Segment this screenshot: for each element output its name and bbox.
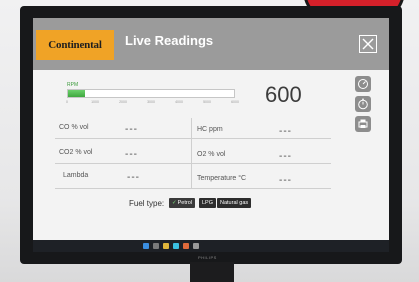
app-icon[interactable] bbox=[193, 243, 199, 249]
window-title: Live Readings bbox=[125, 33, 214, 48]
screen: Continental Live Readings RPM 0 1000 2000 3… bbox=[33, 18, 389, 252]
temperature-label: Temperature °C bbox=[197, 175, 247, 182]
fuel-option-label: LPG bbox=[202, 200, 214, 206]
close-icon bbox=[362, 38, 374, 50]
o2-label: O2 % vol bbox=[197, 151, 226, 158]
rpm-tick-label: 4000 bbox=[175, 100, 183, 104]
rpm-tick-label: 6000 bbox=[231, 100, 239, 104]
search-icon[interactable] bbox=[153, 243, 159, 249]
rpm-bar bbox=[67, 89, 235, 98]
check-icon: ✓ bbox=[172, 200, 177, 206]
close-button[interactable] bbox=[359, 35, 377, 53]
rpm-label: RPM bbox=[67, 82, 79, 88]
temperature-value: --- bbox=[279, 175, 292, 186]
browser-icon[interactable] bbox=[173, 243, 179, 249]
monitor-brand: PHILIPS bbox=[198, 255, 217, 260]
lambda-value: --- bbox=[127, 172, 140, 183]
logo-text: Continental bbox=[48, 39, 102, 51]
rpm-value: 600 bbox=[265, 82, 302, 107]
rpm-scale: 0 1000 2000 3000 4000 5000 6000 bbox=[66, 100, 239, 106]
co-value: --- bbox=[125, 124, 138, 135]
taskbar bbox=[33, 240, 389, 252]
fuel-option-label: Petrol bbox=[177, 200, 192, 206]
folder-icon[interactable] bbox=[163, 243, 169, 249]
timer-icon bbox=[358, 98, 368, 110]
lambda-label: Lambda bbox=[63, 172, 89, 179]
app-icon[interactable] bbox=[183, 243, 189, 249]
grid-line bbox=[55, 188, 331, 189]
fuel-option-natural-gas[interactable]: Natural gas bbox=[217, 198, 252, 208]
gauge-button[interactable] bbox=[355, 76, 371, 92]
grid-line bbox=[55, 163, 331, 164]
rpm-tick-label: 5000 bbox=[203, 100, 211, 104]
fuel-option-lpg[interactable]: LPG bbox=[199, 198, 217, 208]
printer-icon bbox=[358, 119, 368, 128]
app-header: Continental Live Readings bbox=[33, 18, 389, 70]
start-icon[interactable] bbox=[143, 243, 149, 249]
rpm-bar-fill bbox=[68, 90, 85, 97]
rpm-tick-label: 1000 bbox=[91, 100, 99, 104]
hc-label: HC ppm bbox=[197, 126, 223, 133]
rpm-tick-label: 3000 bbox=[147, 100, 155, 104]
continental-logo: Continental bbox=[36, 30, 114, 60]
monitor-stand bbox=[190, 262, 234, 282]
grid-line bbox=[55, 138, 331, 139]
co2-label: CO2 % vol bbox=[59, 149, 93, 156]
rpm-tick-label: 2000 bbox=[119, 100, 127, 104]
co2-value: --- bbox=[125, 149, 138, 160]
o2-value: --- bbox=[279, 151, 292, 162]
hc-value: --- bbox=[279, 126, 292, 137]
fuel-option-petrol[interactable]: ✓ Petrol bbox=[169, 198, 195, 208]
timer-button[interactable] bbox=[355, 96, 371, 112]
gauge-icon bbox=[358, 79, 368, 89]
fuel-option-label: Natural gas bbox=[220, 200, 249, 206]
co-label: CO % vol bbox=[59, 124, 89, 131]
print-button[interactable] bbox=[355, 116, 371, 132]
fuel-type-label: Fuel type: bbox=[129, 199, 165, 208]
rpm-tick-label: 0 bbox=[66, 100, 68, 104]
grid-divider bbox=[191, 118, 192, 188]
